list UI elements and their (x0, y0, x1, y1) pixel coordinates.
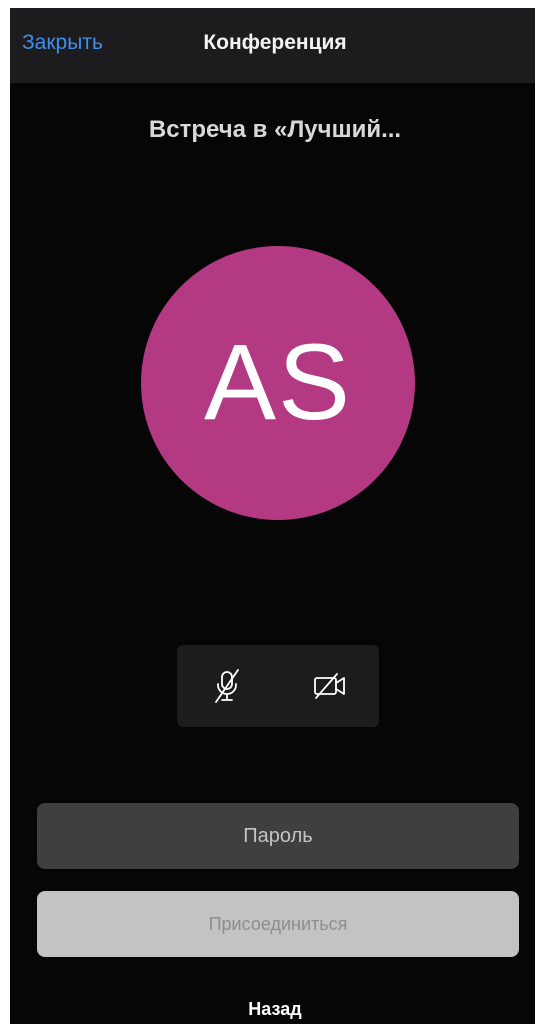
page-title: Конференция (203, 31, 347, 54)
meeting-title: Встреча в «Лучший... (148, 116, 402, 143)
conference-screen: Закрыть Конференция Встреча в «Лучший...… (10, 8, 535, 1024)
camera-off-icon (314, 673, 345, 699)
mic-muted-icon (215, 669, 239, 703)
avatar-initials: AS (203, 320, 353, 442)
navigation-bar: Закрыть Конференция (10, 8, 535, 83)
camera-toggle-button[interactable] (310, 666, 350, 706)
back-button[interactable]: Назад (10, 999, 535, 1020)
password-input[interactable] (37, 803, 519, 869)
mic-toggle-button[interactable] (207, 666, 247, 706)
avatar: AS (141, 246, 415, 520)
join-button[interactable]: Присоединиться (37, 891, 519, 957)
media-controls (177, 645, 379, 727)
